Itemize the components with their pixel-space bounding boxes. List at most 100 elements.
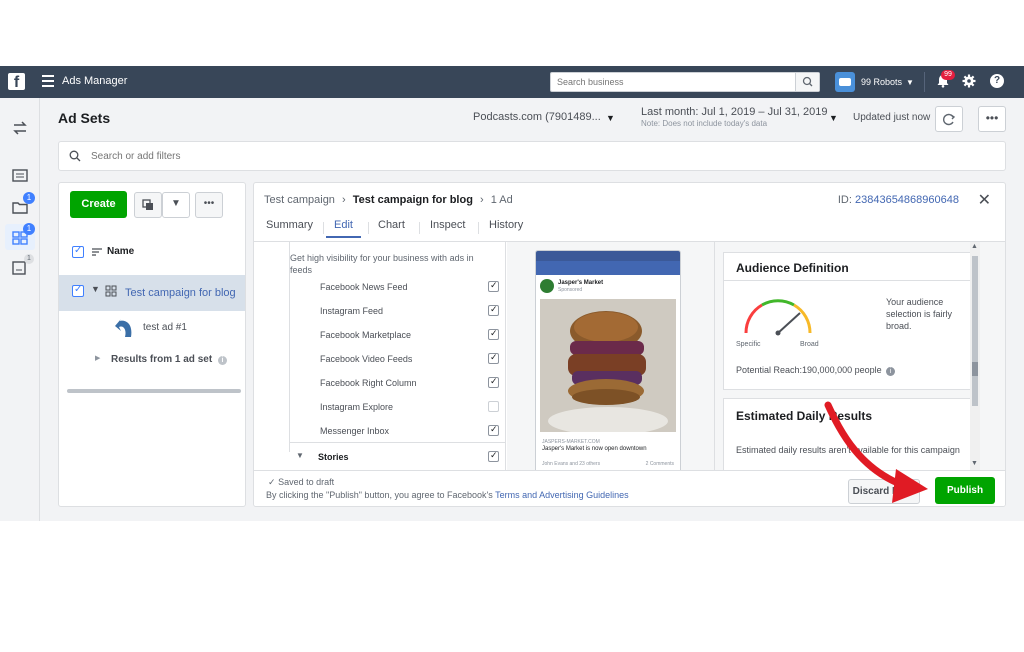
name-column-header[interactable]: Name — [107, 246, 134, 257]
potential-reach: Potential Reach:190,000,000 people i — [736, 365, 896, 376]
ad-sets-badge: 1 — [23, 223, 35, 235]
business-search-input[interactable] — [551, 73, 791, 91]
discard-draft-button[interactable]: Discard Draft — [848, 479, 920, 504]
audience-text: Your audience selection is fairly broad. — [886, 297, 953, 331]
info-icon[interactable]: i — [886, 367, 896, 376]
stories-checkbox[interactable] — [488, 450, 499, 462]
ad-id-label: ID: — [837, 194, 852, 206]
chevron-right-icon[interactable]: ▶ — [95, 354, 100, 362]
filter-search-input[interactable] — [91, 148, 491, 164]
placement-item: Facebook Marketplace — [320, 330, 412, 340]
chevron-down-icon[interactable]: ▼ — [606, 113, 615, 123]
switch-arrows-icon[interactable] — [11, 120, 29, 136]
results-row: Results from 1 ad set i — [111, 354, 227, 365]
robot-avatar-icon — [835, 72, 855, 92]
chevron-down-icon[interactable]: ▼ — [296, 451, 304, 460]
info-icon[interactable]: i — [217, 356, 227, 365]
placement-checkbox[interactable] — [488, 328, 499, 340]
insights-column: Audience Definition Specific Broad Your … — [714, 242, 1005, 470]
tab-inspect[interactable]: Inspect — [430, 219, 465, 236]
campaign-tree-panel: Create ▼ ••• Name ▼ Test campaign for bl… — [58, 182, 246, 507]
search-button[interactable] — [795, 73, 819, 91]
terms-prefix: By clicking the "Publish" button, you ag… — [266, 490, 493, 500]
editor-tabs: Summary Edit Chart Inspect History — [254, 219, 1005, 241]
breadcrumb-ad[interactable]: 1 Ad — [491, 194, 513, 206]
gear-icon[interactable] — [962, 74, 976, 88]
account-name: 99 Robots — [861, 77, 903, 87]
search-icon — [802, 76, 813, 87]
burger-photo — [540, 299, 676, 432]
date-range-selector[interactable]: Last month: Jul 1, 2019 – Jul 31, 2019 N… — [641, 106, 828, 128]
publish-button[interactable]: Publish — [935, 477, 995, 504]
chevron-down-icon[interactable]: ▼ — [91, 284, 100, 294]
burger-image — [540, 299, 676, 432]
gauge-specific-label: Specific — [736, 341, 761, 348]
scroll-thumb[interactable] — [972, 362, 978, 376]
ad-account-selector[interactable]: Podcasts.com (7901489... — [473, 111, 601, 123]
account-switcher[interactable]: 99 Robots ▼ — [835, 71, 914, 93]
sort-icon[interactable] — [91, 246, 103, 258]
more-options-button[interactable]: ••• — [978, 106, 1006, 132]
ad-name[interactable]: test ad #1 — [143, 322, 187, 333]
close-icon[interactable]: ✕ — [978, 190, 991, 210]
hamburger-menu-icon[interactable] — [42, 75, 54, 87]
editor-footer: ✓ Saved to draft By clicking the "Publis… — [254, 470, 1005, 506]
placement-checkbox[interactable] — [488, 280, 499, 292]
scroll-up-icon[interactable]: ▲ — [971, 243, 978, 250]
refresh-icon — [943, 113, 956, 126]
chevron-down-icon: ▼ — [906, 77, 914, 87]
breadcrumb: Test campaign › Test campaign for blog ›… — [264, 194, 513, 206]
search-icon — [69, 150, 81, 162]
link-title: Jasper's Market is now open downtown — [542, 446, 647, 452]
tab-summary[interactable]: Summary — [266, 219, 313, 236]
phone-mockup: Jasper's Market Sponsored JASPERS-MARKET… — [535, 250, 681, 470]
placement-item: Instagram Explore — [320, 402, 394, 412]
placement-checkbox[interactable] — [488, 424, 499, 436]
duplicate-button[interactable] — [134, 192, 162, 218]
filter-bar — [58, 141, 1006, 171]
ad-thumbnail-icon — [115, 319, 132, 337]
top-bar: f Ads Manager 99 Robots ▼ 99 ? — [0, 66, 1024, 98]
campaign-checkbox[interactable] — [72, 284, 84, 297]
ad-preview: Jasper's Market Sponsored JASPERS-MARKET… — [507, 242, 714, 470]
stories-section[interactable]: ▼ Stories — [290, 442, 505, 470]
estimated-text: Estimated daily results aren't available… — [736, 445, 960, 455]
campaign-name-link[interactable]: Test campaign for blog — [125, 287, 236, 299]
breadcrumb-ad-set[interactable]: Test campaign for blog — [353, 194, 473, 206]
placement-checkbox[interactable] — [488, 376, 499, 388]
breadcrumb-campaign[interactable]: Test campaign — [264, 194, 335, 206]
tab-history[interactable]: History — [489, 219, 523, 236]
placement-checkbox[interactable] — [488, 304, 499, 316]
campaigns-badge: 1 — [23, 192, 35, 204]
chevron-down-icon[interactable]: ▼ — [829, 113, 838, 123]
dropdown-button[interactable]: ▼ — [162, 192, 190, 218]
saved-status: ✓ Saved to draft — [268, 477, 334, 488]
app-title[interactable]: Ads Manager — [62, 75, 127, 87]
post-comments: 2 Comments — [645, 461, 674, 467]
terms-notice: By clicking the "Publish" button, you ag… — [266, 490, 629, 500]
horizontal-scrollbar[interactable] — [67, 389, 241, 393]
campaign-grid-icon — [105, 285, 117, 297]
placements-list: Get high visibility for your business wi… — [254, 242, 506, 470]
terms-link[interactable]: Terms and Advertising Guidelines — [495, 490, 629, 500]
tab-edit[interactable]: Edit — [326, 219, 361, 238]
help-icon[interactable]: ? — [990, 74, 1004, 88]
scroll-down-icon[interactable]: ▼ — [971, 460, 978, 467]
placement-checkbox[interactable] — [488, 401, 499, 412]
duplicate-icon — [142, 199, 153, 210]
placement-item: Facebook Right Column — [320, 378, 417, 388]
date-range-label: Last month: Jul 1, 2019 – Jul 31, 2019 — [641, 106, 828, 118]
account-overview-icon[interactable] — [11, 168, 29, 184]
create-button[interactable]: Create — [70, 191, 127, 218]
placement-item: Instagram Feed — [320, 306, 384, 316]
tab-chart[interactable]: Chart — [378, 219, 405, 236]
link-url: JASPERS-MARKET.COM — [542, 439, 600, 445]
refresh-button[interactable] — [935, 106, 963, 132]
placement-checkbox[interactable] — [488, 352, 499, 364]
select-all-checkbox[interactable] — [72, 245, 84, 258]
placement-item: Facebook News Feed — [320, 282, 408, 292]
vertical-scrollbar[interactable]: ▲ ▼ — [970, 242, 980, 470]
page-title: Ad Sets — [58, 110, 111, 126]
more-actions-button[interactable]: ••• — [195, 192, 223, 218]
facebook-logo-icon[interactable]: f — [8, 73, 25, 90]
